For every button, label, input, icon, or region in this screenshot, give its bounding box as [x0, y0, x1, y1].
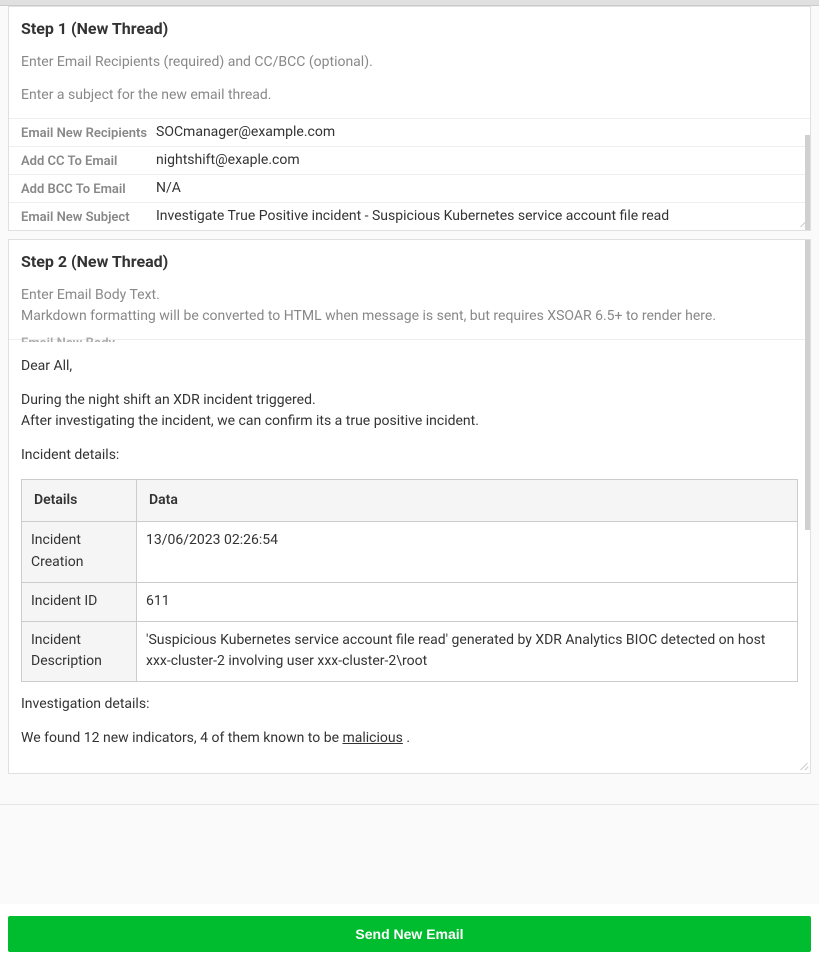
send-new-email-button[interactable]: Send New Email	[8, 916, 811, 952]
step2-scrollbar[interactable]	[805, 240, 810, 773]
subject-value[interactable]: Investigate True Positive incident - Sus…	[156, 208, 798, 224]
row-value-id: 611	[137, 582, 798, 621]
step2-title: Step 2 (New Thread)	[21, 252, 798, 271]
recipients-value[interactable]: SOCmanager@example.com	[156, 124, 798, 140]
email-body-content[interactable]: Dear All, During the night shift an XDR …	[21, 342, 798, 749]
recipients-row[interactable]: Email New Recipients SOCmanager@example.…	[9, 118, 810, 146]
body-line2: After investigating the incident, we can…	[21, 411, 798, 433]
step1-desc-recipients: Enter Email Recipients (required) and CC…	[21, 52, 798, 73]
row-value-creation: 13/06/2023 02:26:54	[137, 522, 798, 582]
investigation-pre: We found 12 new indicators, 4 of them kn…	[21, 730, 342, 746]
bottom-bar: Send New Email	[0, 904, 819, 976]
row-label-creation: Incident Creation	[22, 522, 137, 582]
body-greeting: Dear All,	[21, 356, 798, 378]
recipients-label: Email New Recipients	[21, 124, 156, 141]
step2-desc-markdown: Markdown formatting will be converted to…	[21, 306, 798, 327]
spacer	[0, 804, 819, 904]
step1-card: Step 1 (New Thread) Enter Email Recipien…	[8, 6, 811, 231]
malicious-link[interactable]: malicious	[342, 730, 402, 746]
table-header-data: Data	[137, 479, 798, 522]
cc-row[interactable]: Add CC To Email nightshift@exaple.com	[9, 146, 810, 174]
incident-details-table: Details Data Incident Creation 13/06/202…	[21, 479, 798, 682]
investigation-details-heading: Investigation details:	[21, 694, 798, 716]
body-line1: During the night shift an XDR incident t…	[21, 390, 798, 412]
bcc-value[interactable]: N/A	[156, 180, 798, 196]
investigation-line: We found 12 new indicators, 4 of them kn…	[21, 728, 798, 750]
investigation-post: .	[403, 730, 410, 746]
row-label-id: Incident ID	[22, 582, 137, 621]
subject-row[interactable]: Email New Subject Investigate True Posit…	[9, 202, 810, 230]
step1-desc-subject: Enter a subject for the new email thread…	[21, 85, 798, 106]
step2-card: Step 2 (New Thread) Enter Email Body Tex…	[8, 239, 811, 774]
table-row: Incident Description 'Suspicious Kuberne…	[22, 621, 798, 681]
email-body-section[interactable]: Email New Body Dear All, During the nigh…	[9, 339, 810, 773]
step2-desc-body: Enter Email Body Text.	[21, 285, 798, 306]
row-label-description: Incident Description	[22, 621, 137, 681]
table-row: Incident ID 611	[22, 582, 798, 621]
incident-details-heading: Incident details:	[21, 445, 798, 467]
cc-label: Add CC To Email	[21, 152, 156, 169]
cc-value[interactable]: nightshift@exaple.com	[156, 152, 798, 168]
subject-label: Email New Subject	[21, 208, 156, 225]
bcc-row[interactable]: Add BCC To Email N/A	[9, 174, 810, 202]
step1-scrollbar[interactable]	[805, 7, 810, 230]
row-value-description: 'Suspicious Kubernetes service account f…	[137, 621, 798, 681]
bcc-label: Add BCC To Email	[21, 180, 156, 197]
step1-title: Step 1 (New Thread)	[21, 19, 798, 38]
table-header-details: Details	[22, 479, 137, 522]
table-row: Incident Creation 13/06/2023 02:26:54	[22, 522, 798, 582]
